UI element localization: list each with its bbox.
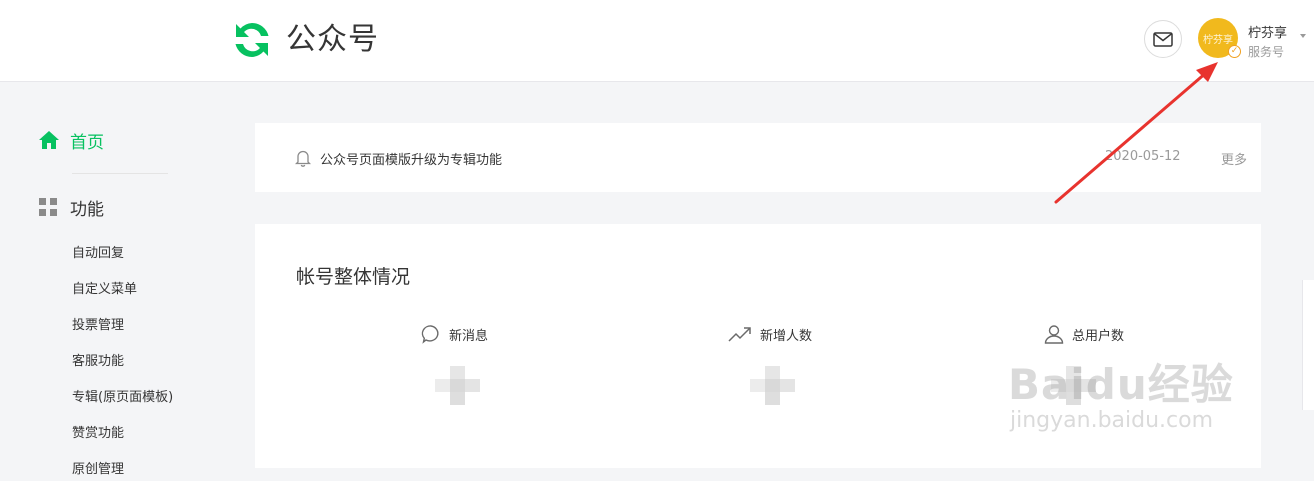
sidebar-item-auto-reply[interactable]: 自动回复 (72, 242, 124, 261)
message-button[interactable] (1144, 20, 1182, 58)
grid-icon (39, 198, 57, 216)
wechat-mp-logo-icon[interactable] (232, 20, 272, 60)
avatar-text: 柠芬享 (1203, 34, 1233, 46)
sidebar-item-label: 首页 (70, 132, 104, 153)
top-header: 公众号 柠芬享 ✓ 柠芬享 服务号 (0, 0, 1314, 82)
mail-icon (1153, 31, 1173, 47)
sidebar-divider (72, 173, 168, 174)
notice-link[interactable]: 公众号页面模版升级为专辑功能 (320, 149, 502, 168)
chat-bubble-icon (421, 325, 439, 344)
sidebar-section-function[interactable]: 功能 (38, 195, 104, 220)
user-icon (1044, 325, 1064, 344)
stat-label: 总用户数 (1072, 328, 1125, 344)
sidebar-item-original[interactable]: 原创管理 (72, 458, 124, 477)
overview-title: 帐号整体情况 (296, 266, 411, 288)
notice-more-link[interactable]: 更多 (1221, 149, 1247, 168)
sidebar-item-reward[interactable]: 赞赏功能 (72, 422, 124, 441)
stat-new-followers: 新增人数 (728, 323, 812, 345)
sidebar-item-custom-menu[interactable]: 自定义菜单 (72, 278, 137, 297)
bell-icon (295, 150, 311, 167)
stat-value-blurred (750, 366, 795, 406)
stat-label: 新增人数 (760, 328, 813, 344)
sidebar-item-album[interactable]: 专辑(原页面模板) (72, 386, 173, 405)
home-icon (39, 131, 59, 149)
verified-badge-icon: ✓ (1228, 45, 1241, 58)
sidebar-item-home[interactable]: 首页 (38, 128, 104, 153)
stat-total-users: 总用户数 (1044, 323, 1124, 345)
notice-card: 公众号页面模版升级为专辑功能 2020-05-12 更多 (255, 123, 1261, 192)
stat-value-blurred (435, 366, 480, 406)
chevron-down-icon[interactable] (1300, 34, 1306, 38)
trend-up-icon (728, 327, 751, 342)
stat-label: 新消息 (449, 328, 489, 344)
stat-new-messages: 新消息 (421, 323, 488, 345)
watermark-brand: Baidu经验 (1008, 360, 1234, 409)
logo-title[interactable]: 公众号 (286, 20, 379, 60)
sidebar-section-label: 功能 (70, 199, 104, 220)
account-name[interactable]: 柠芬享 (1248, 22, 1287, 41)
floating-side-tab[interactable] (1302, 280, 1314, 410)
notice-date: 2020-05-12 (1105, 149, 1181, 164)
sidebar-item-vote[interactable]: 投票管理 (72, 314, 124, 333)
baidu-jingyan-watermark: Baidu经验 jingyan.baidu.com (1008, 362, 1234, 434)
watermark-url: jingyan.baidu.com (1010, 408, 1214, 433)
account-type: 服务号 (1248, 45, 1285, 59)
sidebar-item-customer-service[interactable]: 客服功能 (72, 350, 124, 369)
